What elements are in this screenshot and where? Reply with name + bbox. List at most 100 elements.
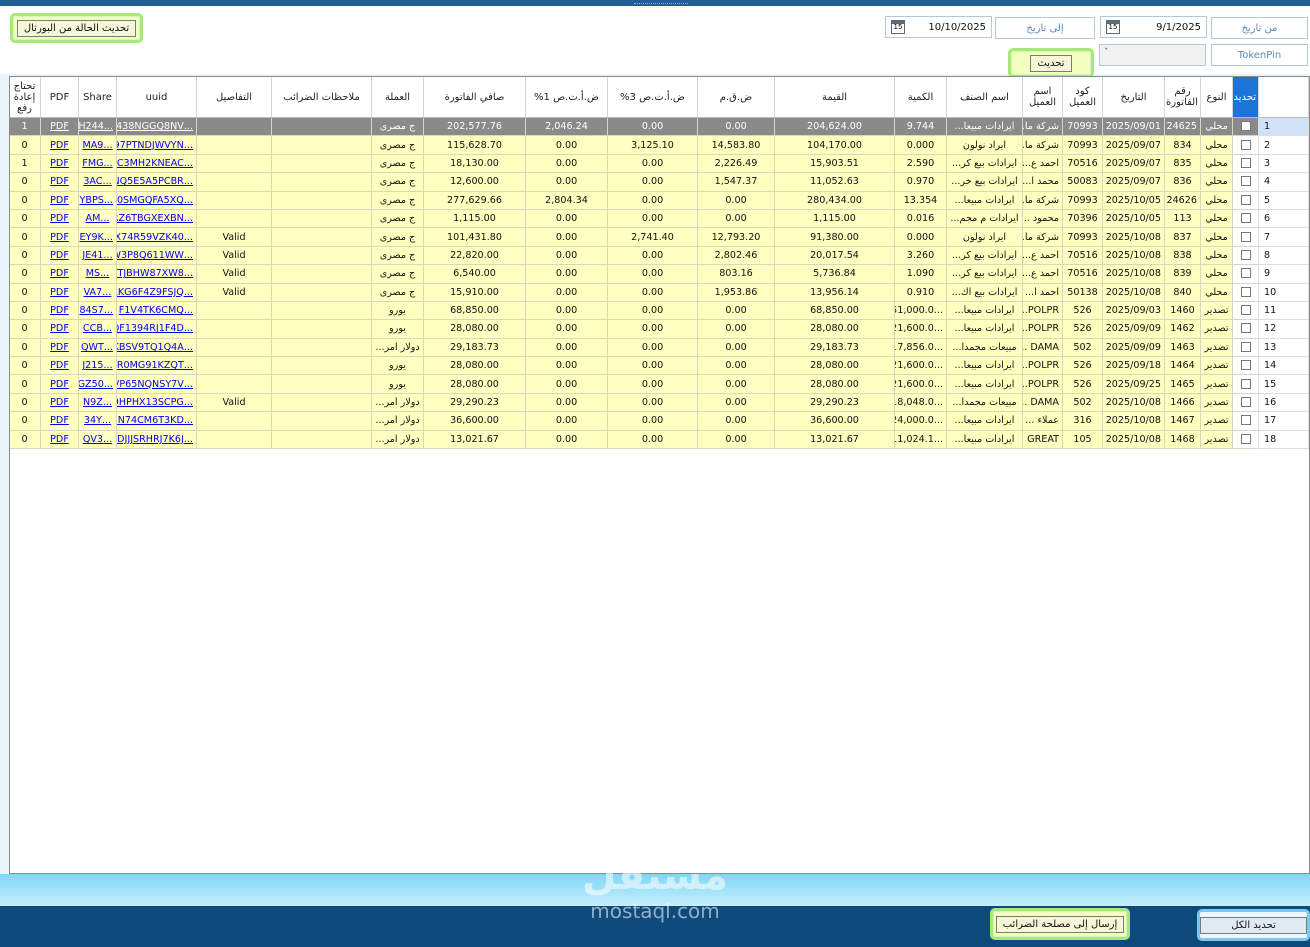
share-link[interactable]: ...MA9 — [82, 140, 112, 151]
row-checkbox[interactable] — [1240, 397, 1251, 408]
row-number[interactable]: 9 — [1258, 264, 1309, 284]
column-header[interactable]: التاريخ — [1102, 77, 1165, 118]
select-cell[interactable] — [1232, 153, 1259, 174]
row-checkbox[interactable] — [1240, 249, 1251, 260]
chevron-down-icon[interactable]: ˇ — [1104, 48, 1109, 58]
select-cell[interactable] — [1232, 411, 1259, 431]
column-header[interactable]: PDF — [40, 77, 79, 118]
column-header[interactable]: اسم الصنف — [946, 77, 1023, 118]
share-link[interactable]: ...JE41 — [82, 250, 112, 261]
table-row[interactable]: 18 تصدير14682025/10/08105GREAT ...ايرادات… — [10, 429, 1309, 450]
uuid-link[interactable]: ...KBSV9TQ1Q4A — [118, 342, 194, 353]
select-cell[interactable] — [1232, 374, 1259, 394]
table-row[interactable]: 4 محلي 836 2025/09/07 50083 محمد ا... ايرادات … — [10, 172, 1309, 192]
pdf-link[interactable]: PDF — [50, 268, 69, 279]
select-cell[interactable] — [1232, 337, 1259, 358]
row-checkbox[interactable] — [1240, 323, 1251, 334]
column-header[interactable]: القيمة — [774, 77, 895, 118]
pdf-link[interactable]: PDF — [50, 121, 69, 132]
column-header[interactable]: تحتاج إعادة رفع — [10, 77, 41, 118]
pdf-link[interactable]: PDF — [50, 176, 69, 187]
pdf-link[interactable]: PDF — [50, 213, 69, 224]
select-cell[interactable] — [1232, 392, 1259, 413]
refresh-status-button[interactable]: تحديث الحالة من البورتال — [10, 13, 143, 43]
uuid-link[interactable]: ...9R0MG91KZQT — [118, 360, 194, 371]
row-number[interactable]: 10 — [1258, 282, 1309, 302]
pdf-link[interactable]: PDF — [50, 195, 69, 206]
row-checkbox[interactable] — [1240, 213, 1251, 224]
pdf-link[interactable]: PDF — [50, 232, 69, 243]
row-checkbox[interactable] — [1240, 433, 1251, 444]
calendar-icon[interactable]: 15 — [891, 20, 905, 34]
table-row[interactable]: 12 تصدير14622025/09/09526POLPR...ايرادات … — [10, 319, 1309, 339]
update-button[interactable]: تحديث — [1008, 48, 1094, 78]
select-cell[interactable] — [1232, 319, 1259, 339]
column-header[interactable]: التفاصيل — [196, 77, 272, 118]
share-link[interactable]: ...VA7 — [84, 287, 112, 298]
column-header[interactable]: ض.ق.م — [697, 77, 775, 118]
table-row[interactable]: 17 تصدير 1467 2025/10/08 316 عملاء ... ايرادات… — [10, 411, 1309, 431]
row-checkbox[interactable] — [1240, 360, 1251, 371]
table-row[interactable]: 8 محلي 838 2025/10/08 70516 احمد ع... ايرادات … — [10, 245, 1309, 266]
select-cell[interactable] — [1232, 264, 1259, 284]
pdf-link[interactable]: PDF — [50, 360, 69, 371]
resize-grip[interactable] — [634, 0, 688, 4]
select-cell[interactable] — [1232, 429, 1259, 450]
token-pin-select[interactable]: ˇ — [1099, 44, 1206, 66]
pdf-link[interactable]: PDF — [50, 140, 69, 151]
invoice-grid[interactable]: تحديد النوع رقم الفاتورة التاريخ كود العميل ا… — [9, 76, 1310, 874]
select-cell[interactable] — [1232, 190, 1259, 210]
share-link[interactable]: ...EY9K — [80, 232, 113, 243]
table-row[interactable]: 10 محلي 840 2025/10/08 50138 احمد ا... ايرادات… — [10, 282, 1309, 302]
select-cell[interactable] — [1232, 356, 1259, 376]
row-number[interactable]: 8 — [1258, 245, 1309, 266]
column-header[interactable]: اسم العميل — [1022, 77, 1063, 118]
row-number[interactable]: 14 — [1258, 356, 1309, 376]
pdf-link[interactable]: PDF — [50, 434, 69, 445]
select-cell[interactable] — [1232, 245, 1259, 266]
row-number[interactable]: 4 — [1258, 172, 1309, 192]
table-row[interactable]: 14 تصدير14642025/09/18526POLPR...ايرادات … — [10, 356, 1309, 376]
uuid-link[interactable]: ...97PTNDJWVYN — [118, 140, 194, 151]
row-number[interactable]: 15 — [1258, 374, 1309, 394]
uuid-link[interactable]: ...VP65NQNSY7V — [118, 379, 194, 390]
row-checkbox[interactable] — [1240, 139, 1251, 150]
pdf-link[interactable]: PDF — [50, 158, 69, 169]
row-checkbox[interactable] — [1240, 341, 1251, 352]
calendar-icon[interactable]: 15 — [1106, 20, 1120, 34]
pdf-link[interactable]: PDF — [50, 287, 69, 298]
to-date-picker[interactable]: 15 10/10/2025 — [885, 16, 992, 38]
from-date-picker[interactable]: 15 9/1/2025 — [1100, 16, 1207, 38]
row-checkbox[interactable] — [1240, 157, 1251, 168]
table-row[interactable]: 1 محلي246252025/09/0170993شركة ما...ايراد… — [10, 116, 1309, 137]
uuid-link[interactable]: ...NQ5E5A5PCBR — [118, 176, 194, 187]
select-cell[interactable] — [1232, 282, 1259, 302]
uuid-link[interactable]: ...TTJBHW87XW8 — [118, 268, 194, 279]
share-link[interactable]: ...3AC — [83, 176, 111, 187]
column-header[interactable]: uuid — [116, 77, 197, 118]
select-cell[interactable] — [1232, 208, 1259, 229]
table-row[interactable]: 7 محلي8372025/10/0870993شركة ما...ايراد ن… — [10, 227, 1309, 247]
pdf-link[interactable]: PDF — [50, 305, 69, 316]
column-header[interactable]: تحديد — [1232, 77, 1259, 118]
column-header[interactable]: النوع — [1200, 77, 1233, 118]
table-row[interactable]: 3 محلي 835 2025/09/07 70516 احمد ع... ايرادات … — [10, 153, 1309, 174]
share-link[interactable]: ...34Y — [84, 415, 111, 426]
table-row[interactable]: 2 محلي8342025/09/0770993شركة ما...ايراد ن… — [10, 135, 1309, 155]
table-row[interactable]: 15 تصدير14652025/09/25526POLPR...ايرادات … — [10, 374, 1309, 394]
share-link[interactable]: ...MS — [86, 268, 110, 279]
share-link[interactable]: ...84S7 — [80, 305, 114, 316]
share-link[interactable]: ...CCB — [83, 323, 112, 334]
row-number[interactable]: 18 — [1258, 429, 1309, 450]
row-checkbox[interactable] — [1240, 194, 1251, 205]
row-number[interactable]: 12 — [1258, 319, 1309, 339]
select-all-button[interactable]: تحديد الكل — [1197, 909, 1310, 941]
uuid-link[interactable]: ...1RKG6F4Z9FSJQ — [118, 287, 194, 298]
table-row[interactable]: 11 تصدير14602025/09/03526POLPR...ايرادات … — [10, 300, 1309, 321]
send-to-tax-authority-button[interactable]: إرسال إلى مصلحة الضرائب — [990, 908, 1130, 940]
uuid-link[interactable]: ...DJJJSRHRJ7K6J — [118, 434, 194, 445]
column-header[interactable]: صافي الفاتورة — [423, 77, 526, 118]
share-link[interactable]: ...QWT — [81, 342, 113, 353]
uuid-link[interactable]: ...9HPHX13SCPG — [118, 397, 194, 408]
select-cell[interactable] — [1232, 135, 1259, 155]
